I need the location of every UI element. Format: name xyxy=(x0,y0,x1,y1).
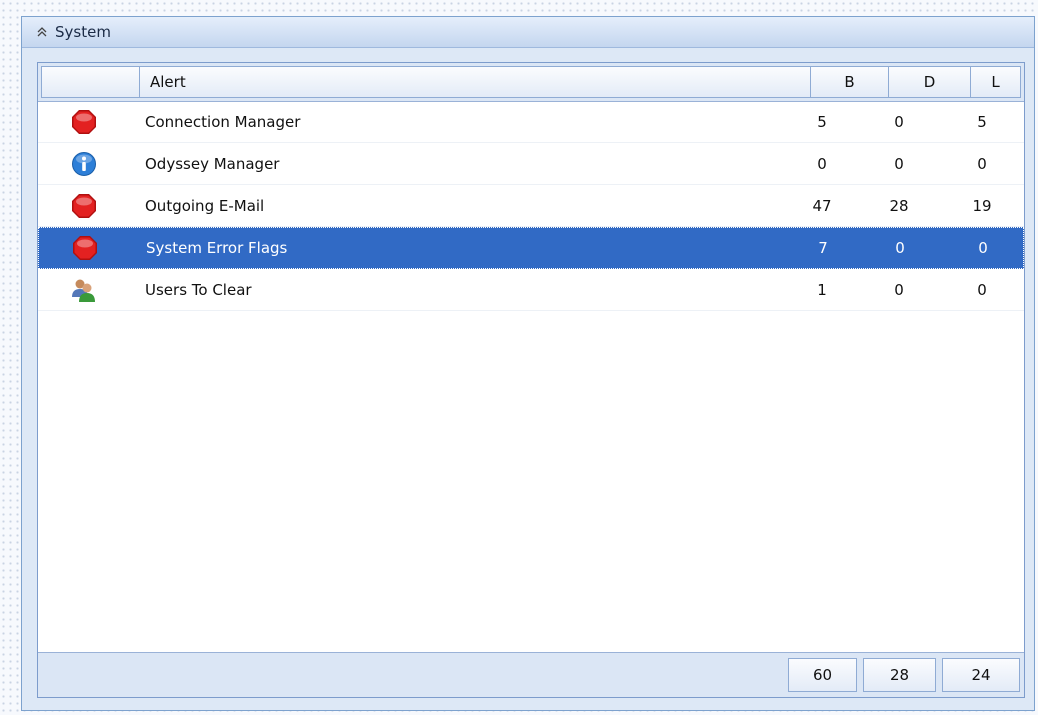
column-header-d[interactable]: D xyxy=(888,66,971,98)
column-header-icon[interactable] xyxy=(41,66,140,98)
total-b: 60 xyxy=(788,658,857,692)
double-chevron-up-icon[interactable] xyxy=(35,25,49,39)
total-l: 24 xyxy=(942,658,1020,692)
count-b: 0 xyxy=(817,154,827,173)
table-row[interactable]: Users To Clear 1 0 0 xyxy=(38,269,1024,311)
stop-icon xyxy=(69,228,101,268)
stop-icon xyxy=(68,185,100,226)
count-l: 0 xyxy=(978,239,988,257)
alert-name: Users To Clear xyxy=(145,280,252,299)
column-header-l[interactable]: L xyxy=(970,66,1021,98)
count-l: 19 xyxy=(972,196,992,215)
alert-name: Outgoing E-Mail xyxy=(145,196,265,215)
table-row-selected[interactable]: System Error Flags 7 0 0 xyxy=(38,227,1024,269)
table-row[interactable]: Connection Manager 5 0 5 xyxy=(38,101,1024,143)
alerts-grid: Alert B D L Connection Manager 5 0 5 Odyssey… xyxy=(37,62,1025,698)
count-b: 5 xyxy=(817,112,827,131)
alert-name: Connection Manager xyxy=(145,112,301,131)
count-d: 0 xyxy=(895,239,905,257)
system-panel: System Alert B D L Connection Manager 5 0 5… xyxy=(21,16,1035,711)
count-l: 5 xyxy=(977,112,987,131)
count-b: 7 xyxy=(818,239,828,257)
count-b: 47 xyxy=(812,196,832,215)
column-header-b[interactable]: B xyxy=(810,66,889,98)
users-icon xyxy=(68,269,100,310)
count-l: 0 xyxy=(977,280,987,299)
count-d: 28 xyxy=(889,196,909,215)
stop-icon xyxy=(68,101,100,142)
alert-name: System Error Flags xyxy=(146,239,288,257)
panel-header[interactable]: System xyxy=(22,17,1034,48)
table-row[interactable]: Odyssey Manager 0 0 0 xyxy=(38,143,1024,185)
grid-header: Alert B D L xyxy=(38,63,1024,102)
alert-name: Odyssey Manager xyxy=(145,154,280,173)
count-l: 0 xyxy=(977,154,987,173)
count-b: 1 xyxy=(817,280,827,299)
count-d: 0 xyxy=(894,112,904,131)
info-icon xyxy=(68,143,100,184)
column-header-alert[interactable]: Alert xyxy=(139,66,811,98)
panel-title: System xyxy=(55,23,111,41)
total-d: 28 xyxy=(863,658,936,692)
count-d: 0 xyxy=(894,154,904,173)
grid-footer: 60 28 24 xyxy=(38,652,1024,697)
count-d: 0 xyxy=(894,280,904,299)
table-row[interactable]: Outgoing E-Mail 47 28 19 xyxy=(38,185,1024,227)
